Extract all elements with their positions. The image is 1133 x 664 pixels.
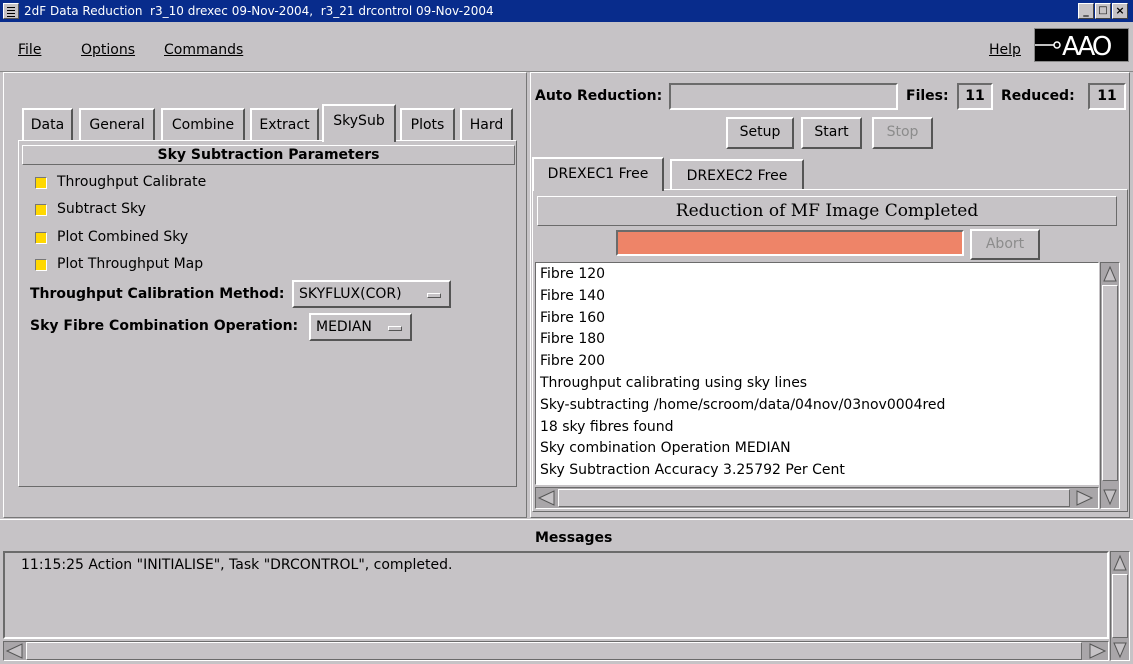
scroll-right-icon[interactable] bbox=[1074, 489, 1094, 507]
plot-combined-sky-checkbox[interactable] bbox=[35, 232, 47, 244]
menu-help[interactable]: Help bbox=[989, 42, 1021, 58]
subtract-sky-checkbox[interactable] bbox=[35, 204, 47, 216]
throughput-method-label: Throughput Calibration Method: bbox=[30, 286, 285, 302]
auto-reduction-label: Auto Reduction: bbox=[535, 88, 663, 104]
subtract-sky-label: Subtract Sky bbox=[57, 201, 146, 217]
aao-logo: AAO bbox=[1034, 28, 1129, 62]
log-hscroll-thumb[interactable] bbox=[558, 489, 1070, 507]
reduced-label: Reduced: bbox=[1001, 88, 1075, 104]
log-line: 18 sky fibres found bbox=[540, 418, 674, 435]
maximize-button[interactable]: □ bbox=[1095, 3, 1111, 19]
combination-select[interactable]: MEDIAN bbox=[309, 313, 412, 341]
menu-help-label: Help bbox=[989, 42, 1021, 58]
log-line: Fibre 120 bbox=[540, 266, 606, 282]
menu-options[interactable]: Options bbox=[81, 42, 135, 58]
progress-bar bbox=[616, 230, 964, 256]
tab-drexec2[interactable]: DREXEC2 Free bbox=[670, 159, 804, 189]
messages-scroll-thumb[interactable] bbox=[1112, 574, 1128, 638]
plot-throughput-map-label: Plot Throughput Map bbox=[57, 256, 204, 272]
log-line: Throughput calibrating using sky lines bbox=[540, 374, 808, 391]
log-line: Fibre 180 bbox=[540, 331, 606, 348]
throughput-method-value: SKYFLUX(COR) bbox=[299, 286, 402, 302]
window-title: 2dF Data Reduction r3_10 drexec 09-Nov-2… bbox=[24, 4, 494, 18]
menu-file[interactable]: File bbox=[18, 42, 41, 58]
menu-bar: File Options Commands Help bbox=[0, 22, 1133, 72]
scroll-up-icon[interactable] bbox=[1102, 264, 1118, 284]
tab-general[interactable]: General bbox=[79, 108, 155, 140]
reduction-log[interactable]: Fibre 120 Fibre 140 Fibre 160 Fibre 180 … bbox=[535, 262, 1099, 485]
tab-skysub[interactable]: SkySub bbox=[322, 104, 396, 142]
tab-drexec1[interactable]: DREXEC1 Free bbox=[532, 157, 664, 191]
files-label: Files: bbox=[906, 88, 949, 104]
log-scroll-thumb[interactable] bbox=[1102, 285, 1118, 481]
log-line: Sky-subtracting /home/scroom/data/04nov/… bbox=[540, 396, 946, 413]
scroll-up-icon[interactable] bbox=[1112, 553, 1128, 573]
menu-options-label: Options bbox=[81, 42, 136, 58]
tab-combine[interactable]: Combine bbox=[161, 108, 245, 140]
tab-extract[interactable]: Extract bbox=[250, 108, 319, 140]
reduced-count: 11 bbox=[1088, 83, 1126, 110]
log-vertical-scrollbar[interactable] bbox=[1100, 262, 1120, 509]
option-menu-icon bbox=[388, 326, 402, 331]
aao-logo-text: AAO bbox=[1062, 32, 1111, 61]
auto-reduction-field[interactable] bbox=[669, 83, 898, 110]
tab-hard[interactable]: Hard bbox=[460, 108, 513, 140]
messages-area[interactable]: 11:15:25 Action "INITIALISE", Task "DRCO… bbox=[3, 551, 1109, 639]
messages-hscroll-thumb[interactable] bbox=[26, 642, 1082, 660]
throughput-calibrate-checkbox[interactable] bbox=[35, 177, 47, 189]
close-button[interactable]: × bbox=[1112, 3, 1128, 19]
plot-combined-sky-label: Plot Combined Sky bbox=[57, 229, 189, 245]
messages-horizontal-scrollbar[interactable] bbox=[3, 641, 1109, 661]
log-line: Fibre 160 bbox=[540, 309, 606, 326]
menu-file-label: File bbox=[18, 42, 42, 58]
minimize-button[interactable]: _ bbox=[1078, 3, 1094, 19]
section-title: Sky Subtraction Parameters bbox=[22, 145, 515, 165]
combination-value: MEDIAN bbox=[316, 319, 372, 335]
files-count: 11 bbox=[957, 83, 993, 110]
log-line: Fibre 140 bbox=[540, 287, 606, 304]
scroll-right-icon[interactable] bbox=[1087, 642, 1107, 660]
scroll-left-icon[interactable] bbox=[5, 642, 25, 660]
abort-button[interactable]: Abort bbox=[970, 229, 1040, 260]
messages-vertical-scrollbar[interactable] bbox=[1110, 551, 1130, 661]
tab-data[interactable]: Data bbox=[22, 108, 73, 140]
separator bbox=[0, 519, 1133, 520]
messages-title: Messages bbox=[535, 530, 613, 546]
title-bar[interactable]: 2dF Data Reduction r3_10 drexec 09-Nov-2… bbox=[0, 0, 1133, 22]
plot-throughput-map-checkbox[interactable] bbox=[35, 259, 47, 271]
throughput-method-select[interactable]: SKYFLUX(COR) bbox=[292, 280, 451, 308]
menu-commands[interactable]: Commands bbox=[164, 42, 243, 58]
option-menu-icon bbox=[427, 293, 441, 298]
tab-plots[interactable]: Plots bbox=[400, 108, 455, 140]
scroll-down-icon[interactable] bbox=[1112, 640, 1128, 660]
log-horizontal-scrollbar[interactable] bbox=[535, 487, 1099, 509]
scroll-left-icon[interactable] bbox=[537, 489, 557, 507]
stop-button[interactable]: Stop bbox=[872, 117, 933, 149]
log-line: Sky Subtraction Accuracy 3.25792 Per Cen… bbox=[540, 462, 845, 479]
message-line: 11:15:25 Action "INITIALISE", Task "DRCO… bbox=[21, 557, 453, 573]
combination-label: Sky Fibre Combination Operation: bbox=[30, 318, 299, 334]
aao-logo-graphic: AAO bbox=[1035, 32, 1114, 62]
start-button[interactable]: Start bbox=[801, 117, 862, 149]
menu-commands-label: Commands bbox=[164, 42, 244, 58]
window-menu-icon[interactable] bbox=[3, 3, 19, 19]
throughput-calibrate-label: Throughput Calibrate bbox=[57, 174, 207, 190]
scroll-down-icon[interactable] bbox=[1102, 487, 1118, 507]
setup-button[interactable]: Setup bbox=[726, 117, 794, 149]
log-line: Fibre 200 bbox=[540, 353, 606, 370]
reduction-status: Reduction of MF Image Completed bbox=[537, 196, 1117, 226]
log-line: Sky combination Operation MEDIAN bbox=[540, 440, 791, 457]
